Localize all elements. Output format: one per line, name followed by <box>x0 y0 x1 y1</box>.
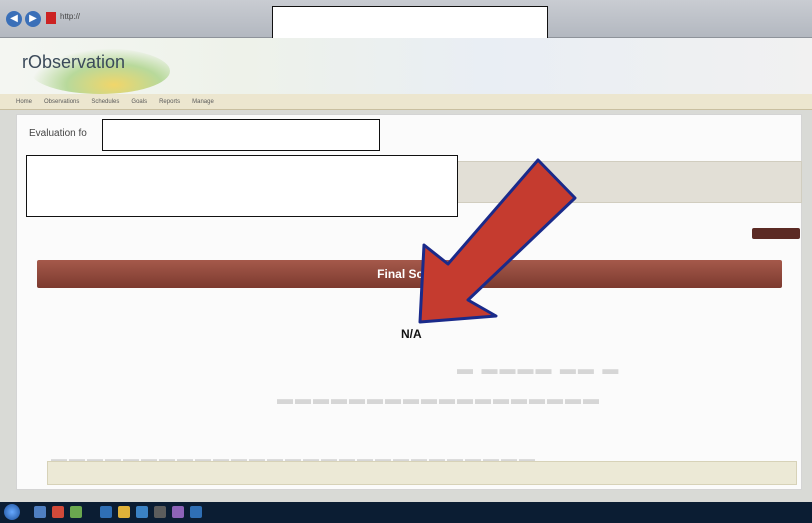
menu-item-schedules[interactable]: Schedules <box>91 99 119 105</box>
app-title: rObservation <box>22 52 126 72</box>
redaction-box <box>272 6 548 40</box>
taskbar-app-icon[interactable] <box>34 506 46 518</box>
final-score-value: N/A <box>401 327 422 341</box>
redaction-box-name <box>102 119 380 151</box>
os-taskbar <box>0 502 812 523</box>
final-score-bar: Final Score <box>37 260 782 288</box>
bleed-through-text-2: ▬▬▬▬▬▬▬▬▬▬▬▬▬▬▬▬▬▬ <box>277 391 601 408</box>
forward-icon[interactable]: ▶ <box>25 11 41 27</box>
favicon <box>46 12 56 24</box>
taskbar-app-icon[interactable] <box>70 506 82 518</box>
taskbar-app-icon[interactable] <box>100 506 112 518</box>
menu-item-manage[interactable]: Manage <box>192 99 214 105</box>
back-icon[interactable]: ◀ <box>6 11 22 27</box>
bleed-through-text-1: ▬ ▬▬▬▬ ▬▬ ▬ <box>457 361 621 378</box>
top-action-button[interactable] <box>752 228 800 239</box>
taskbar-app-icon[interactable] <box>172 506 184 518</box>
taskbar-app-icon[interactable] <box>154 506 166 518</box>
taskbar-app-icon[interactable] <box>190 506 202 518</box>
menu-item-observations[interactable]: Observations <box>44 99 79 105</box>
browser-toolbar: ◀ ▶ http:// <box>0 0 812 40</box>
main-menu: Home Observations Schedules Goals Report… <box>0 94 812 110</box>
menu-item-reports[interactable]: Reports <box>159 99 180 105</box>
taskbar-app-icon[interactable] <box>52 506 64 518</box>
taskbar-app-icon[interactable] <box>136 506 148 518</box>
score-table-header <box>47 461 797 485</box>
menu-item-home[interactable]: Home <box>16 99 32 105</box>
site-header: rObservation <box>0 38 812 94</box>
evaluation-title: Evaluation fo <box>29 128 87 139</box>
taskbar-app-icon[interactable] <box>118 506 130 518</box>
redaction-box-details <box>26 155 458 217</box>
address-bar[interactable]: http:// <box>60 12 80 21</box>
start-orb-icon[interactable] <box>4 504 20 520</box>
info-band <box>447 161 802 203</box>
menu-item-goals[interactable]: Goals <box>131 99 147 105</box>
final-score-label: Final Score <box>377 267 442 281</box>
